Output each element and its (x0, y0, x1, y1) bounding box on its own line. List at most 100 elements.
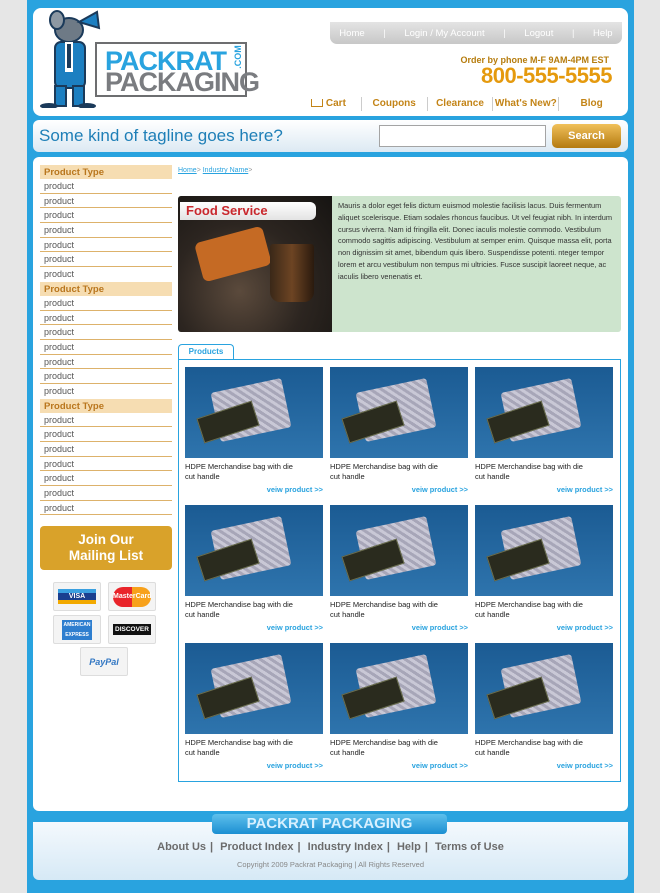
view-product-link[interactable]: veiw product >> (475, 761, 615, 770)
category-item[interactable]: product (40, 457, 172, 472)
product-card[interactable]: HDPE Merchandise bag with die cut handle… (475, 367, 615, 494)
site-logo[interactable]: PACKRAT PACKAGING .COM (39, 8, 260, 108)
category-item[interactable]: product (40, 427, 172, 442)
view-product-link[interactable]: veiw product >> (475, 623, 615, 632)
search-input[interactable] (379, 125, 546, 147)
category-item[interactable]: product (40, 384, 172, 399)
view-product-link[interactable]: veiw product >> (185, 761, 325, 770)
feature-panel: Food Service Mauris a dolor eget felis d… (178, 196, 621, 332)
category-item[interactable]: product (40, 413, 172, 428)
category-item[interactable]: product (40, 223, 172, 238)
amex-label: AMERICAN EXPRESS (62, 619, 92, 640)
footer-link-help[interactable]: Help (397, 841, 421, 853)
tagline: Some kind of tagline goes here? (39, 126, 283, 145)
napkin-shape (194, 225, 272, 283)
product-name: HDPE Merchandise bag with die cut handle (475, 738, 583, 757)
nav-whats-new[interactable]: What's New? (492, 97, 558, 111)
product-card[interactable]: HDPE Merchandise bag with die cut handle… (475, 643, 615, 770)
product-card[interactable]: HDPE Merchandise bag with die cut handle… (475, 505, 615, 632)
phone-number: 800-555-5555 (480, 63, 613, 88)
tab-products[interactable]: Products (178, 344, 234, 359)
logo-wordmark: PACKRAT PACKAGING .COM (95, 42, 260, 97)
nav-help[interactable]: Help (593, 28, 613, 39)
product-name: HDPE Merchandise bag with die cut handle (185, 738, 293, 757)
product-image[interactable] (330, 505, 468, 596)
product-image[interactable] (475, 367, 613, 458)
category-item[interactable]: product (40, 267, 172, 282)
product-card[interactable]: HDPE Merchandise bag with die cut handle… (330, 643, 470, 770)
product-image[interactable] (185, 505, 323, 596)
product-card[interactable]: HDPE Merchandise bag with die cut handle… (185, 505, 325, 632)
product-card[interactable]: HDPE Merchandise bag with die cut handle… (330, 367, 470, 494)
category-item[interactable]: product (40, 340, 172, 355)
footer-link-industry-index[interactable]: Industry Index (308, 841, 383, 853)
product-card[interactable]: HDPE Merchandise bag with die cut handle… (185, 643, 325, 770)
category-heading: Product Type (40, 281, 172, 296)
nav-clearance[interactable]: Clearance (426, 97, 493, 111)
category-heading: Product Type (40, 165, 172, 179)
paypal-icon: PayPal (80, 647, 128, 676)
category-item[interactable]: product (40, 311, 172, 326)
tagline-bar: Some kind of tagline goes here? Search (33, 120, 628, 152)
category-item[interactable]: product (40, 471, 172, 487)
cart-icon (310, 99, 323, 107)
discover-label: DISCOVER (113, 624, 151, 635)
nav-separator: | (571, 27, 575, 39)
breadcrumb-current[interactable]: Industry Name (203, 167, 249, 174)
footer-link-terms[interactable]: Terms of Use (435, 841, 504, 853)
content-panel: Product Type product product product pro… (33, 157, 628, 811)
feature-text: Mauris a dolor eget felis dictum euismod… (338, 201, 613, 281)
product-image[interactable] (475, 643, 613, 734)
mailing-line2: Mailing List (68, 548, 144, 563)
category-item[interactable]: product (40, 194, 172, 209)
view-product-link[interactable]: veiw product >> (185, 623, 325, 632)
view-product-link[interactable]: veiw product >> (330, 485, 470, 494)
category-item[interactable]: product (40, 296, 172, 311)
product-card[interactable]: HDPE Merchandise bag with die cut handle… (330, 505, 470, 632)
footer-logo[interactable]: PACKRAT PACKAGING (212, 814, 447, 834)
product-name: HDPE Merchandise bag with die cut handle (330, 462, 438, 481)
category-item[interactable]: product (40, 179, 172, 194)
category-item[interactable]: product (40, 501, 172, 516)
mailing-list-button[interactable]: Join Our Mailing List (40, 526, 172, 570)
view-product-link[interactable]: veiw product >> (185, 485, 325, 494)
category-item[interactable]: product (40, 252, 172, 268)
product-image[interactable] (185, 367, 323, 458)
product-name: HDPE Merchandise bag with die cut handle (185, 600, 293, 619)
top-nav: Home | Login / My Account | Logout | Hel… (330, 22, 622, 44)
breadcrumb-home[interactable]: Home (178, 167, 197, 174)
product-name: HDPE Merchandise bag with die cut handle (185, 462, 293, 481)
product-image[interactable] (330, 643, 468, 734)
header: PACKRAT PACKAGING .COM Home | Login / My… (33, 8, 628, 116)
view-product-link[interactable]: veiw product >> (330, 761, 470, 770)
footer-link-product-index[interactable]: Product Index (220, 841, 293, 853)
product-image[interactable] (330, 367, 468, 458)
nav-blog[interactable]: Blog (558, 97, 624, 111)
nav-login[interactable]: Login / My Account (404, 28, 484, 39)
category-item[interactable]: product (40, 369, 172, 384)
nav-home[interactable]: Home (339, 28, 364, 39)
product-name: HDPE Merchandise bag with die cut handle (475, 600, 583, 619)
product-image[interactable] (185, 643, 323, 734)
main-nav: Cart Coupons Clearance What's New? Blog (296, 94, 624, 114)
view-product-link[interactable]: veiw product >> (475, 485, 615, 494)
nav-coupons[interactable]: Coupons (360, 97, 427, 111)
nav-logout[interactable]: Logout (524, 28, 553, 39)
footer-link-about[interactable]: About Us (157, 841, 206, 853)
product-image[interactable] (475, 505, 613, 596)
category-item[interactable]: product (40, 442, 172, 457)
view-product-link[interactable]: veiw product >> (330, 623, 470, 632)
category-item[interactable]: product (40, 355, 172, 370)
category-item[interactable]: product (40, 486, 172, 501)
search-button[interactable]: Search (552, 124, 621, 148)
category-item[interactable]: product (40, 208, 172, 224)
copyright: Copyright 2009 Packrat Packaging | All R… (236, 860, 425, 869)
category-item[interactable]: product (40, 325, 172, 340)
footer-separator: | (424, 841, 428, 853)
nav-cart[interactable]: Cart (296, 97, 361, 111)
logo-line2: PACKAGING (105, 67, 260, 97)
cup-shape (270, 244, 314, 302)
product-card[interactable]: HDPE Merchandise bag with die cut handle… (185, 367, 325, 494)
footer-nav: About Us | Product Index | Industry Index |… (33, 841, 628, 853)
category-item[interactable]: product (40, 238, 172, 253)
